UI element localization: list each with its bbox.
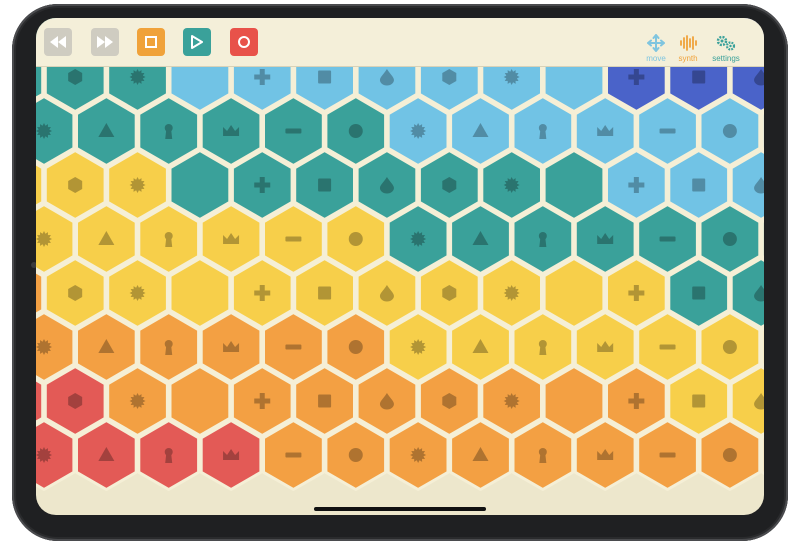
circle-icon <box>722 124 737 138</box>
circle-icon <box>348 124 363 138</box>
move-icon <box>647 34 665 52</box>
square-icon <box>692 178 706 192</box>
settings-tool[interactable]: settings <box>703 34 749 63</box>
circle-icon <box>348 340 363 354</box>
tablet-frame: move synth settings <box>12 4 788 541</box>
circle-icon <box>348 232 363 246</box>
square-icon <box>318 394 332 408</box>
gear-icon <box>716 35 736 51</box>
stop-button[interactable] <box>137 28 165 56</box>
app-screen: move synth settings <box>36 18 764 515</box>
rewind-button[interactable] <box>44 28 72 56</box>
square-icon <box>692 394 706 408</box>
minus-icon <box>285 344 302 350</box>
record-button[interactable] <box>230 28 258 56</box>
minus-icon <box>659 452 676 458</box>
toolbar: move synth settings <box>36 18 764 67</box>
circle-icon <box>722 232 737 246</box>
circle-icon <box>722 448 737 462</box>
stop-icon <box>145 36 157 48</box>
minus-icon <box>285 128 302 134</box>
square-icon <box>318 70 332 84</box>
record-icon <box>238 36 250 48</box>
circle-icon <box>722 340 737 354</box>
square-icon <box>318 178 332 192</box>
square-icon <box>692 70 706 84</box>
minus-icon <box>659 236 676 242</box>
rewind-icon <box>50 36 66 48</box>
minus-icon <box>659 128 676 134</box>
play-icon <box>191 35 203 49</box>
minus-icon <box>659 344 676 350</box>
hex-keyboard-grid[interactable] <box>36 18 764 515</box>
square-icon <box>318 286 332 300</box>
play-button[interactable] <box>183 28 211 56</box>
settings-label: settings <box>712 54 740 63</box>
minus-icon <box>285 236 302 242</box>
square-icon <box>692 286 706 300</box>
fast-forward-icon <box>97 36 113 48</box>
fast-forward-button[interactable] <box>91 28 119 56</box>
home-indicator <box>314 507 486 511</box>
waveform-icon <box>680 35 697 51</box>
circle-icon <box>348 448 363 462</box>
minus-icon <box>285 452 302 458</box>
